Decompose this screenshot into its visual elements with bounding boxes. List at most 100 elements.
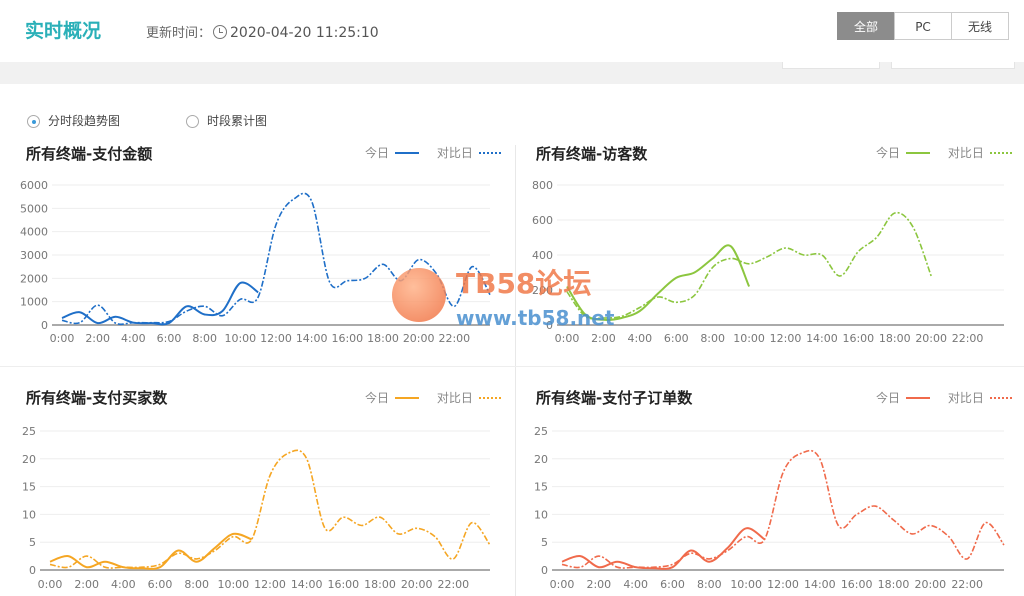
x-tick-label: 20:00 <box>914 578 946 591</box>
y-tick-label: 20 <box>534 453 548 466</box>
x-tick-label: 16:00 <box>841 578 873 591</box>
x-tick-label: 18:00 <box>364 578 396 591</box>
y-tick-label: 15 <box>534 481 548 494</box>
x-tick-label: 12:00 <box>770 332 802 345</box>
y-tick-label: 6000 <box>20 179 48 192</box>
watermark-brand: TB58论坛 <box>456 267 592 300</box>
radio-trend[interactable]: 分时段趋势图 <box>27 112 120 129</box>
y-tick-label: 600 <box>532 214 553 227</box>
radio-label: 分时段趋势图 <box>48 114 121 128</box>
legend-dashed-line <box>478 151 503 154</box>
x-tick-label: 14:00 <box>296 332 328 345</box>
radio-dot <box>186 115 199 128</box>
toolbar-tab <box>782 62 880 69</box>
x-tick-label: 16:00 <box>331 332 363 345</box>
x-tick-label: 22:00 <box>951 578 983 591</box>
legend-today: 今日 <box>876 391 901 405</box>
y-tick-label: 10 <box>534 508 548 521</box>
y-tick-label: 4000 <box>20 226 48 239</box>
chart-title: 所有终端-支付子订单数 <box>536 389 693 407</box>
series-line-today <box>49 532 253 570</box>
series-line-compare <box>49 449 491 569</box>
x-tick-label: 22:00 <box>437 578 469 591</box>
legend-today: 今日 <box>365 391 390 405</box>
panel-divider <box>0 366 1024 367</box>
legend-compare: 对比日 <box>436 391 473 405</box>
series-line-today <box>61 281 259 326</box>
series-line-compare <box>561 449 1005 569</box>
x-tick-label: 4:00 <box>627 332 652 345</box>
radio-label: 时段累计图 <box>207 114 268 128</box>
x-tick-label: 18:00 <box>879 332 911 345</box>
legend-solid-line <box>395 151 420 154</box>
x-tick-label: 14:00 <box>291 578 323 591</box>
hand-logo-icon <box>392 268 446 322</box>
x-tick-label: 10:00 <box>217 578 249 591</box>
x-tick-label: 10:00 <box>733 332 765 345</box>
update-label: 更新时间： <box>146 26 212 41</box>
y-tick-label: 5 <box>541 536 548 549</box>
y-tick-label: 15 <box>22 481 36 494</box>
x-tick-label: 22:00 <box>952 332 984 345</box>
chart-title: 所有终端-支付买家数 <box>26 389 168 407</box>
chart-title: 所有终端-访客数 <box>536 145 648 163</box>
chart-legend: 今日 对比日 <box>876 389 1020 406</box>
x-tick-label: 16:00 <box>842 332 874 345</box>
x-tick-label: 0:00 <box>38 578 63 591</box>
x-tick-label: 20:00 <box>401 578 433 591</box>
y-tick-label: 25 <box>22 425 36 438</box>
legend-compare: 对比日 <box>947 146 984 160</box>
x-tick-label: 0:00 <box>550 578 575 591</box>
y-tick-label: 5 <box>29 536 36 549</box>
x-tick-label: 2:00 <box>85 332 110 345</box>
legend-solid-line <box>906 151 931 154</box>
watermark-url: www.tb58.net <box>456 306 615 330</box>
x-tick-label: 4:00 <box>623 578 648 591</box>
header: 实时概况 更新时间： 2020-04-20 11:25:10 全部 PC 无线 <box>0 0 1024 62</box>
legend-dashed-line <box>478 396 503 399</box>
x-tick-label: 20:00 <box>915 332 947 345</box>
x-tick-label: 14:00 <box>804 578 836 591</box>
x-tick-label: 6:00 <box>157 332 182 345</box>
y-tick-label: 0 <box>41 319 48 332</box>
chart-legend: 今日 对比日 <box>365 144 509 161</box>
toolbar-band <box>0 62 1024 84</box>
x-tick-label: 10:00 <box>224 332 256 345</box>
y-tick-label: 800 <box>532 179 553 192</box>
y-tick-label: 2000 <box>20 272 48 285</box>
x-tick-label: 6:00 <box>660 578 685 591</box>
x-tick-label: 8:00 <box>184 578 209 591</box>
x-tick-label: 6:00 <box>664 332 689 345</box>
update-info: 更新时间： 2020-04-20 11:25:10 <box>146 22 379 41</box>
clock-icon <box>213 25 228 39</box>
x-tick-label: 14:00 <box>806 332 838 345</box>
x-tick-label: 4:00 <box>121 332 146 345</box>
y-tick-label: 3000 <box>20 249 48 262</box>
tab-pc[interactable]: PC <box>894 12 952 40</box>
y-tick-label: 0 <box>541 564 548 577</box>
legend-today: 今日 <box>876 146 901 160</box>
chart-title: 所有终端-支付金额 <box>26 145 153 163</box>
x-tick-label: 6:00 <box>148 578 173 591</box>
y-tick-label: 0 <box>29 564 36 577</box>
y-tick-label: 10 <box>22 508 36 521</box>
legend-dashed-line <box>989 151 1014 154</box>
y-tick-label: 1000 <box>20 296 48 309</box>
x-tick-label: 8:00 <box>697 578 722 591</box>
radio-cumulative[interactable]: 时段累计图 <box>186 112 267 129</box>
y-tick-label: 25 <box>534 425 548 438</box>
x-tick-label: 12:00 <box>254 578 286 591</box>
x-tick-label: 0:00 <box>50 332 75 345</box>
chart-legend: 今日 对比日 <box>876 144 1020 161</box>
toolbar-tab <box>891 62 1015 69</box>
x-tick-label: 18:00 <box>878 578 910 591</box>
tab-all[interactable]: 全部 <box>837 12 895 40</box>
sub-orders-chart: 0 5 10 15 20 25 0:00 2:00 4:00 6:00 8:00 10:00 12:00… <box>534 425 1005 591</box>
legend-solid-line <box>395 396 420 399</box>
x-tick-label: 4:00 <box>111 578 136 591</box>
y-tick-label: 20 <box>22 453 36 466</box>
radio-dot <box>27 115 40 128</box>
x-tick-label: 8:00 <box>192 332 217 345</box>
tab-wireless[interactable]: 无线 <box>951 12 1009 40</box>
legend-compare: 对比日 <box>436 146 473 160</box>
